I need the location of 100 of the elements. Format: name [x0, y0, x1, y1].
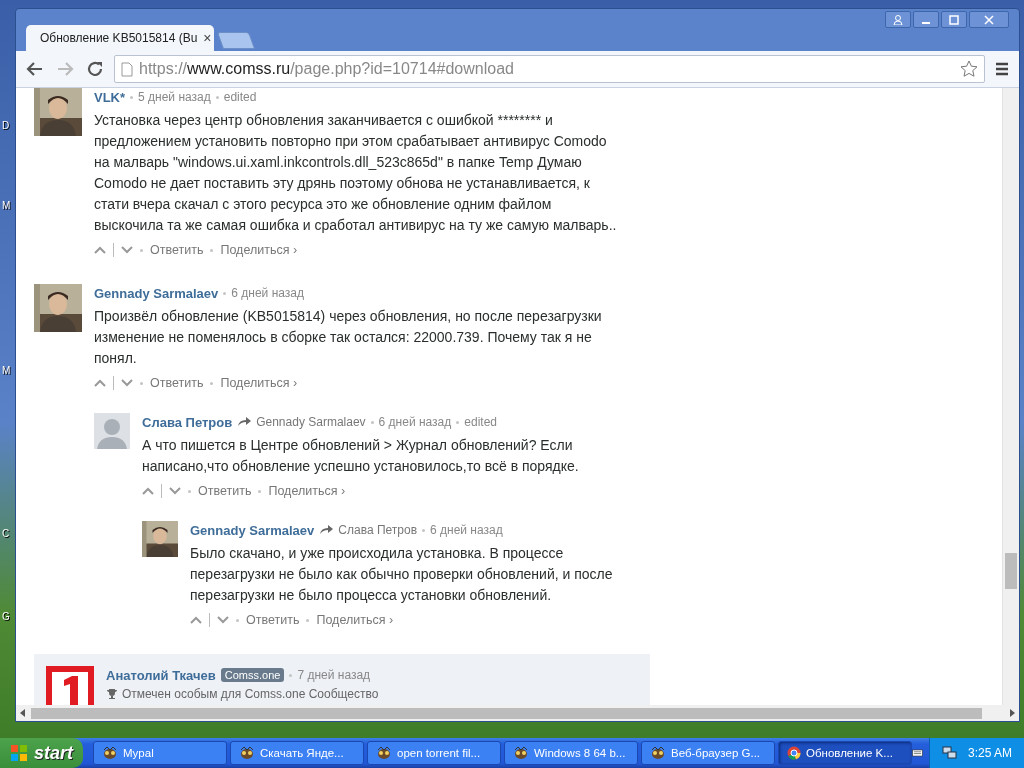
reply-link[interactable]: Ответить	[198, 484, 252, 498]
timestamp[interactable]: 6 дней назад	[430, 523, 503, 537]
down-chevron-icon	[217, 616, 229, 624]
minimize-icon	[922, 21, 930, 24]
reply-link[interactable]: Ответить	[150, 376, 204, 390]
author-name[interactable]: Gennady Sarmalaev	[190, 522, 315, 538]
downvote-button[interactable]	[121, 379, 133, 387]
upvote-button[interactable]	[190, 616, 202, 624]
minimize-button[interactable]	[913, 11, 939, 28]
tab-title: Обновление KB5015814 (Bu	[40, 31, 198, 45]
desktop-icon-label[interactable]: G	[2, 611, 10, 622]
windows-flag-icon	[10, 744, 28, 762]
timestamp[interactable]: 5 дней назад	[138, 90, 211, 104]
up-chevron-icon	[94, 379, 106, 387]
share-link[interactable]: Поделиться ›	[268, 484, 346, 498]
comment-text: А что пишется в Центре обновлений > Журнал обновлений? Если написано,что обновление успешно установилось,то всё в порядке.	[142, 436, 580, 476]
owl-icon	[650, 746, 666, 760]
upvote-button[interactable]	[94, 246, 106, 254]
separator-dot	[306, 618, 310, 622]
separator-dot	[210, 381, 214, 385]
keyboard-icon[interactable]	[912, 746, 923, 760]
taskbar-button[interactable]: open torrent fil...	[367, 741, 501, 765]
owl-icon	[102, 746, 118, 760]
menu-icon	[995, 62, 1009, 76]
browser-tab[interactable]: Обновление KB5015814 (Bu ×	[26, 25, 214, 51]
trophy-icon	[106, 688, 118, 700]
owl-icon	[376, 746, 392, 760]
horizontal-scrollbar[interactable]	[16, 705, 1019, 721]
new-tab-button[interactable]	[216, 32, 256, 49]
reload-icon	[86, 60, 104, 78]
logo-icon	[46, 666, 94, 705]
up-chevron-icon	[142, 487, 154, 495]
separator-dot	[210, 248, 214, 252]
profile-button[interactable]	[885, 11, 911, 28]
up-chevron-icon	[94, 246, 106, 254]
maximize-button[interactable]	[941, 11, 967, 28]
close-tab-button[interactable]: ×	[203, 30, 212, 46]
separator-dot	[456, 420, 460, 424]
reply-link[interactable]: Ответить	[150, 243, 204, 257]
author-name[interactable]: Анатолий Ткачев	[106, 667, 216, 683]
reply-to-name[interactable]: Слава Петров	[338, 523, 417, 537]
timestamp[interactable]: 6 дней назад	[231, 286, 304, 300]
desktop-icon-label[interactable]: D	[2, 120, 10, 131]
reply-arrow-icon	[319, 525, 334, 535]
close-button[interactable]	[969, 11, 1009, 28]
menu-button[interactable]	[993, 60, 1011, 78]
desktop-icon-label[interactable]: C	[2, 528, 10, 539]
comment-text: Было скачано, и уже происходила установка. В процессе перезагрузки не было как обычно проверки обновлений, и после перезагрузки не было процесса установки обновлений.	[190, 544, 614, 605]
comment-text: Установка через центр обновления заканчивается с ошибкой ******** и предложением установить повторно при этом срабатывает антивирус Comodo на малварь "windows.ui.xaml.inkcontrols.dll_523c865d" в папке Temp Думаю Comodo не дает поставить эту дрянь поэтому обнова не устанавливается, к стати вчера скачал с этого ресурса это же обновление одним файлом выскочила та же самая ошибка и сработал антивирус на ту же самую малварь..	[94, 111, 618, 235]
separator-dot	[130, 95, 134, 99]
address-bar[interactable]: https://www.comss.ru/page.php?id=10714#download	[114, 55, 985, 83]
up-chevron-icon	[190, 616, 202, 624]
author-name[interactable]: Gennady Sarmalaev	[94, 285, 219, 301]
bookmark-star-icon[interactable]	[960, 60, 978, 78]
separator-dot	[140, 381, 143, 385]
page-icon	[121, 61, 133, 77]
taskbar-button[interactable]: Windows 8 64 b...	[504, 741, 638, 765]
timestamp[interactable]: 7 дней назад	[297, 668, 371, 682]
separator-dot	[289, 673, 293, 677]
share-link[interactable]: Поделиться ›	[316, 613, 394, 627]
vertical-scrollbar[interactable]	[1002, 88, 1019, 705]
default-avatar-icon	[94, 413, 130, 449]
upvote-button[interactable]	[142, 487, 154, 495]
downvote-button[interactable]	[121, 246, 133, 254]
downvote-button[interactable]	[217, 616, 229, 624]
author-name[interactable]: Слава Петров	[142, 414, 233, 430]
back-arrow-icon	[26, 61, 44, 77]
reply-arrow-icon	[237, 417, 252, 427]
edited-label: edited	[464, 415, 497, 429]
owl-icon	[239, 746, 255, 760]
forward-arrow-icon	[56, 61, 74, 77]
upvote-button[interactable]	[94, 379, 106, 387]
network-icon[interactable]	[941, 746, 958, 760]
person-icon	[893, 14, 903, 25]
edited-label: edited	[223, 90, 257, 104]
taskbar-button[interactable]: Обновление K...	[778, 741, 912, 765]
left-arrow-icon[interactable]	[19, 709, 27, 717]
start-button[interactable]: start	[0, 738, 83, 768]
close-icon	[984, 14, 994, 25]
maximize-icon	[949, 14, 959, 25]
desktop-icon-label[interactable]: M	[2, 365, 11, 376]
reply-link[interactable]: Ответить	[246, 613, 300, 627]
separator-dot	[258, 489, 262, 493]
taskbar-button[interactable]: Скачать Янде...	[230, 741, 364, 765]
author-name[interactable]: VLK*	[94, 89, 126, 105]
down-chevron-icon	[169, 487, 181, 495]
downvote-button[interactable]	[169, 487, 181, 495]
comment-text: Произвёл обновление (KB5015814) через обновления, но после перезагрузки изменение не поменялось в сборке так остался: 22000.739. Почему так я не понял.	[94, 307, 603, 368]
badge-note: Отмечен особым для Comss.one Сообщество	[122, 687, 379, 701]
share-link[interactable]: Поделиться ›	[220, 243, 298, 257]
share-link[interactable]: Поделиться ›	[220, 376, 298, 390]
chrome-browser-icon	[787, 746, 801, 760]
taskbar-button[interactable]: Веб-браузер G...	[641, 741, 775, 765]
right-arrow-icon[interactable]	[1008, 709, 1016, 717]
desktop-icon-label[interactable]: M	[2, 200, 11, 211]
taskbar-button[interactable]: Mypal	[93, 741, 227, 765]
reply-to-name[interactable]: Gennady Sarmalaev	[256, 415, 366, 429]
timestamp[interactable]: 6 дней назад	[378, 415, 452, 429]
down-chevron-icon	[121, 379, 133, 387]
separator-dot	[215, 95, 219, 99]
